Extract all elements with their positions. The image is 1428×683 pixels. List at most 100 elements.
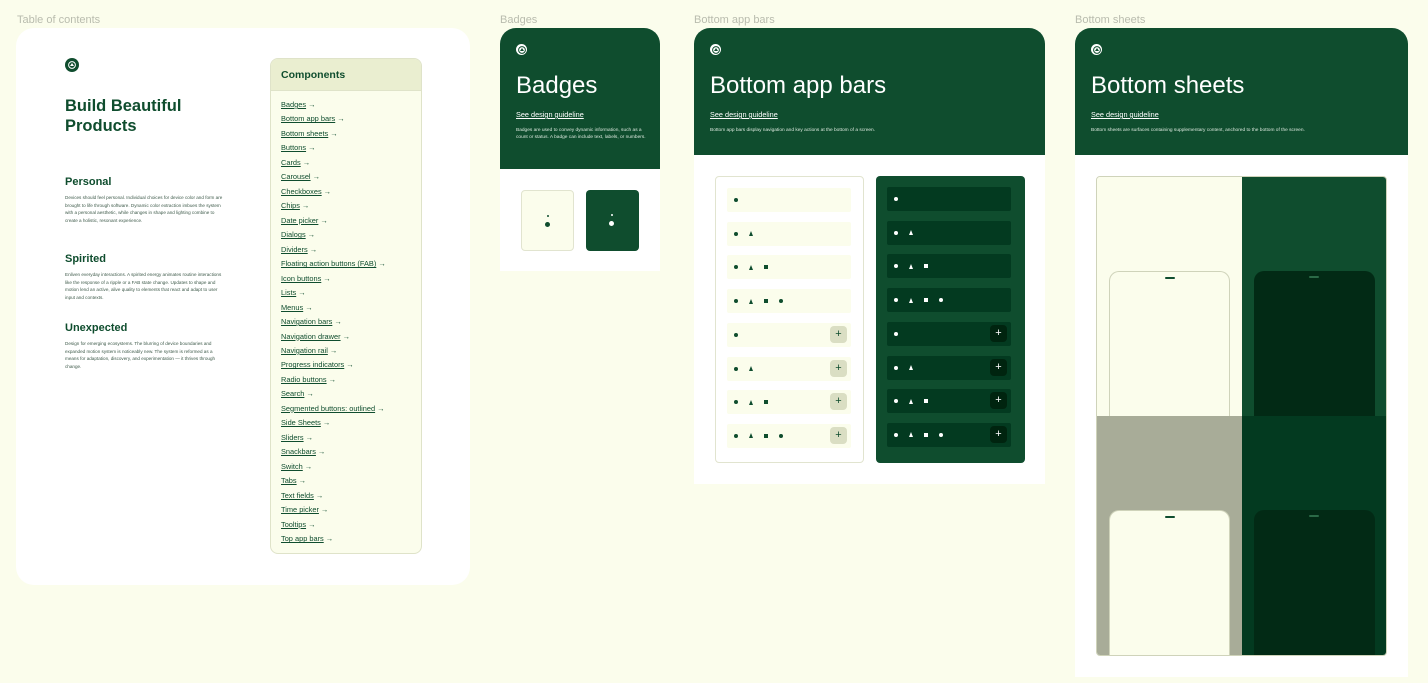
component-link[interactable]: Badges → xyxy=(281,100,421,114)
square-icon[interactable] xyxy=(924,399,928,404)
component-link[interactable]: Switch → xyxy=(281,462,421,476)
component-link[interactable]: Menus → xyxy=(281,303,421,317)
triangle-icon[interactable] xyxy=(749,298,753,304)
component-link[interactable]: Radio buttons → xyxy=(281,375,421,389)
triangle-icon[interactable] xyxy=(749,399,753,405)
circle-icon[interactable] xyxy=(779,299,783,304)
circle-icon[interactable] xyxy=(894,432,898,437)
component-link[interactable]: Sliders → xyxy=(281,433,421,447)
component-link[interactable]: Top app bars → xyxy=(281,534,421,548)
sheet-quadrant-scrim-light xyxy=(1097,416,1242,655)
fab-add-button[interactable]: + xyxy=(830,359,847,377)
component-link[interactable]: Snackbars → xyxy=(281,447,421,461)
component-link[interactable]: Progress indicators → xyxy=(281,360,421,374)
frame-label-badges: Badges xyxy=(500,14,538,26)
component-link-label: Tooltips xyxy=(281,519,307,529)
triangle-icon[interactable] xyxy=(909,432,913,438)
fab-add-button[interactable]: + xyxy=(830,426,847,444)
component-link[interactable]: Tooltips → xyxy=(281,520,421,534)
component-link-label: Floating action buttons (FAB) xyxy=(281,259,377,269)
circle-icon[interactable] xyxy=(894,298,898,303)
triangle-icon[interactable] xyxy=(749,366,753,371)
fab-add-button[interactable]: + xyxy=(990,425,1007,443)
component-link[interactable]: Side Sheets → xyxy=(281,418,421,432)
component-link[interactable]: Tabs → xyxy=(281,476,421,490)
circle-icon[interactable] xyxy=(734,299,738,304)
circle-icon[interactable] xyxy=(894,230,898,235)
badges-guideline-link[interactable]: See design guideline xyxy=(516,110,584,119)
square-icon[interactable] xyxy=(764,299,768,304)
component-link[interactable]: Bottom app bars → xyxy=(281,114,421,128)
fab-add-button[interactable]: + xyxy=(990,392,1007,410)
circle-icon[interactable] xyxy=(939,298,943,303)
circle-icon[interactable] xyxy=(734,366,738,371)
circle-icon[interactable] xyxy=(894,197,898,201)
triangle-icon[interactable] xyxy=(749,231,753,237)
triangle-icon[interactable] xyxy=(909,365,913,370)
component-link[interactable]: Chips → xyxy=(281,201,421,215)
frame-label-bottom-sheets: Bottom sheets xyxy=(1075,14,1146,26)
square-icon[interactable] xyxy=(924,432,928,437)
component-link[interactable]: Dialogs → xyxy=(281,230,421,244)
bottom-app-bars-guideline-link[interactable]: See design guideline xyxy=(710,110,778,119)
arrow-right-icon: → xyxy=(378,259,386,269)
triangle-icon[interactable] xyxy=(909,230,913,236)
circle-icon[interactable] xyxy=(734,400,738,405)
triangle-icon[interactable] xyxy=(909,263,913,269)
drag-handle[interactable] xyxy=(1309,276,1319,278)
bottom-sheets-card: Bottom sheets See design guideline Botto… xyxy=(1075,28,1408,677)
square-icon[interactable] xyxy=(924,264,928,269)
component-link[interactable]: Time picker → xyxy=(281,505,421,519)
table-of-contents-card: Build Beautiful Products Personal Device… xyxy=(16,28,470,585)
square-icon[interactable] xyxy=(764,400,768,405)
circle-icon[interactable] xyxy=(894,365,898,370)
circle-icon[interactable] xyxy=(779,433,783,438)
bottom-sheets-guideline-link[interactable]: See design guideline xyxy=(1091,110,1159,119)
component-link[interactable]: Lists → xyxy=(281,288,421,302)
fab-add-button[interactable]: + xyxy=(990,324,1007,342)
component-link[interactable]: Segmented buttons: outlined → xyxy=(281,404,421,418)
triangle-icon[interactable] xyxy=(909,297,913,303)
component-link[interactable]: Date picker → xyxy=(281,216,421,230)
triangle-icon[interactable] xyxy=(909,398,913,404)
badges-card: Badges See design guideline Badges are u… xyxy=(500,28,660,271)
square-icon[interactable] xyxy=(924,298,928,303)
triangle-icon[interactable] xyxy=(749,433,753,439)
square-icon[interactable] xyxy=(764,433,768,438)
component-link[interactable]: Search → xyxy=(281,389,421,403)
component-link[interactable]: Checkboxes → xyxy=(281,187,421,201)
component-link[interactable]: Navigation drawer → xyxy=(281,332,421,346)
square-icon[interactable] xyxy=(764,265,768,270)
circle-icon[interactable] xyxy=(734,198,738,202)
drag-handle[interactable] xyxy=(1164,277,1175,279)
circle-icon[interactable] xyxy=(894,264,898,269)
drag-handle[interactable] xyxy=(1164,516,1175,518)
component-link[interactable]: Cards → xyxy=(281,158,421,172)
component-link[interactable]: Dividers → xyxy=(281,245,421,259)
circle-icon[interactable] xyxy=(734,231,738,236)
fab-add-button[interactable]: + xyxy=(990,358,1007,376)
arrow-right-icon: → xyxy=(317,447,326,457)
circle-icon[interactable] xyxy=(939,432,943,437)
circle-icon[interactable] xyxy=(734,265,738,270)
component-link[interactable]: Floating action buttons (FAB) → xyxy=(281,259,421,273)
circle-icon[interactable] xyxy=(894,331,898,336)
circle-icon[interactable] xyxy=(894,399,898,404)
circle-icon[interactable] xyxy=(734,332,738,337)
arrow-right-icon: → xyxy=(322,418,331,428)
component-link[interactable]: Navigation rail → xyxy=(281,346,421,360)
component-link[interactable]: Text fields → xyxy=(281,491,421,505)
bottom-sheets-header: Bottom sheets See design guideline Botto… xyxy=(1075,28,1408,155)
circle-icon[interactable] xyxy=(734,433,738,438)
fab-add-button[interactable]: + xyxy=(830,325,847,343)
component-link[interactable]: Carousel → xyxy=(281,172,421,186)
brand-logo-icon xyxy=(516,44,527,55)
component-link[interactable]: Icon buttons → xyxy=(281,274,421,288)
component-link[interactable]: Buttons → xyxy=(281,143,421,157)
component-link[interactable]: Bottom sheets → xyxy=(281,129,421,143)
bottom-app-bar xyxy=(887,220,1011,245)
triangle-icon[interactable] xyxy=(749,264,753,270)
drag-handle[interactable] xyxy=(1309,515,1319,517)
fab-add-button[interactable]: + xyxy=(830,393,847,411)
component-link[interactable]: Navigation bars → xyxy=(281,317,421,331)
